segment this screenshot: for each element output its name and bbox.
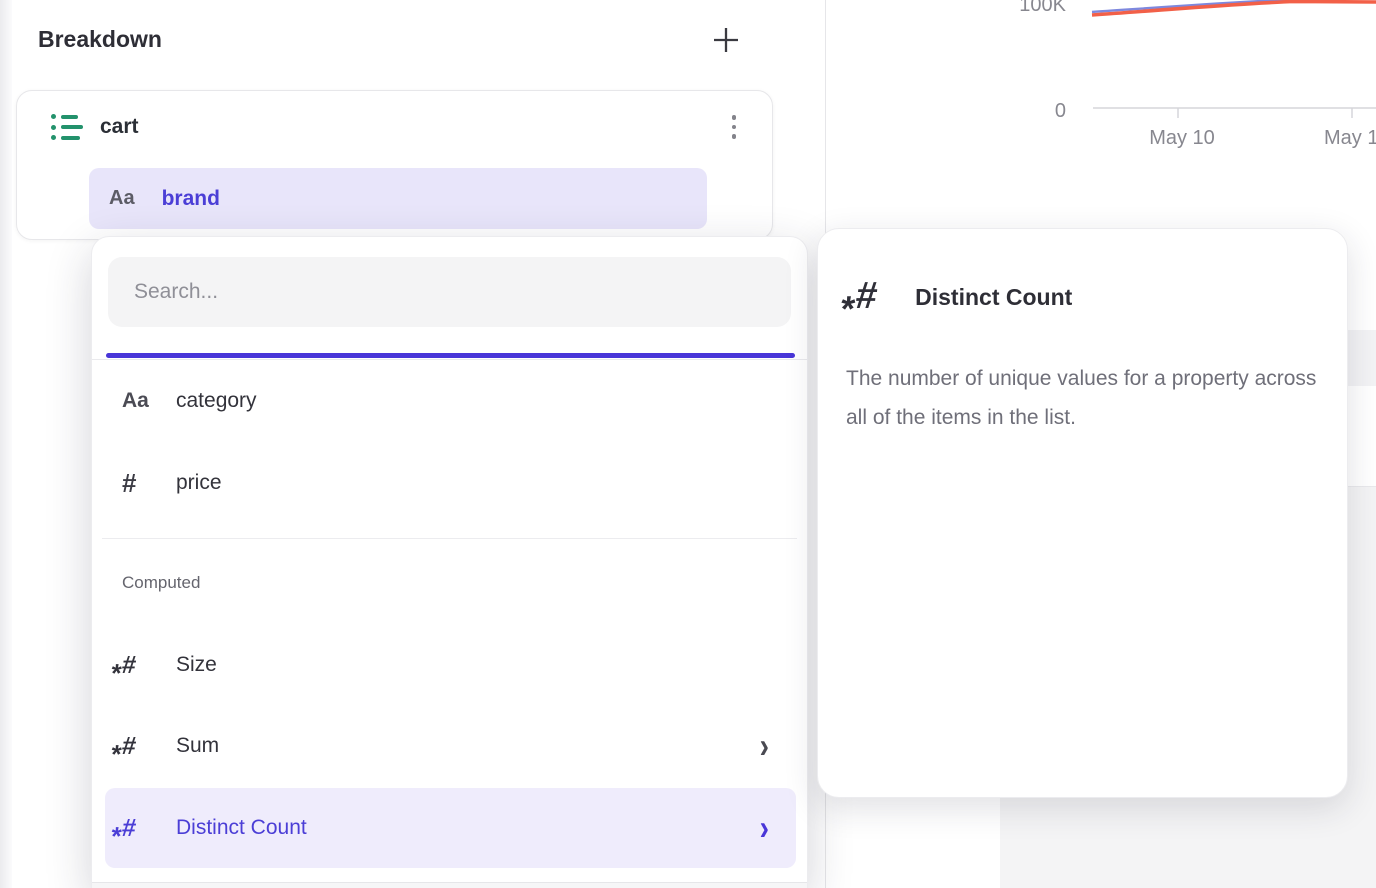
group-name: cart [100, 115, 139, 139]
computed-number-icon: #* [854, 277, 879, 315]
dropdown-item-price[interactable]: # price [92, 442, 809, 524]
kebab-menu-icon[interactable] [728, 111, 741, 143]
dropdown-item-category[interactable]: Aa category [92, 360, 809, 442]
dropdown-item-sum[interactable]: #* Sum › [92, 705, 809, 787]
text-property-icon: Aa [109, 187, 135, 210]
tooltip-header: #* Distinct Count [856, 277, 1072, 315]
tooltip-description: The number of unique values for a proper… [846, 359, 1326, 437]
search-input[interactable] [108, 257, 791, 327]
plus-icon [711, 25, 741, 55]
computed-number-icon: #* [120, 814, 137, 843]
selected-property-label: brand [162, 187, 220, 211]
number-property-icon: # [122, 468, 136, 499]
breakdown-section-title: Breakdown [38, 26, 162, 53]
chart-y-label-100k: 100K [1019, 0, 1066, 16]
computed-number-icon: #* [120, 651, 137, 680]
dropdown-item-label: Size [176, 653, 217, 677]
active-tab-indicator [106, 353, 795, 358]
selected-breakdown-property[interactable]: Aa brand [89, 168, 707, 229]
text-property-icon: Aa [122, 389, 149, 413]
add-breakdown-button[interactable] [708, 22, 744, 58]
computed-number-icon: #* [120, 732, 137, 761]
group-row-cart: cart [17, 105, 772, 149]
dropdown-bottom-section [92, 883, 807, 888]
dropdown-item-size[interactable]: #* Size [92, 624, 809, 706]
dropdown-item-label: price [176, 471, 222, 495]
panel-left-edge [0, 0, 12, 888]
chevron-right-icon: › [760, 729, 769, 764]
chart-x-label-may10: May 10 [1149, 127, 1215, 149]
dropdown-item-label: category [176, 389, 257, 413]
dropdown-item-distinct-count[interactable]: #* Distinct Count › [105, 788, 796, 868]
list-property-icon [51, 112, 83, 142]
line-chart: 100K 0 May 10 May 1 [825, 0, 1376, 160]
breakdown-group-card: cart Aa brand [16, 90, 773, 240]
chevron-right-icon: › [760, 811, 769, 846]
property-info-tooltip: #* Distinct Count The number of unique v… [817, 228, 1348, 798]
dropdown-item-label: Distinct Count [176, 816, 307, 840]
chart-y-label-0: 0 [1055, 100, 1066, 122]
dropdown-item-label: Sum [176, 734, 219, 758]
property-select-dropdown: Aa category # price Computed #* Size #* … [91, 236, 808, 888]
dropdown-section-divider [102, 538, 797, 539]
tooltip-title: Distinct Count [915, 284, 1072, 311]
chart-x-label-may1: May 1 [1324, 127, 1376, 149]
computed-section-header: Computed [122, 573, 200, 593]
